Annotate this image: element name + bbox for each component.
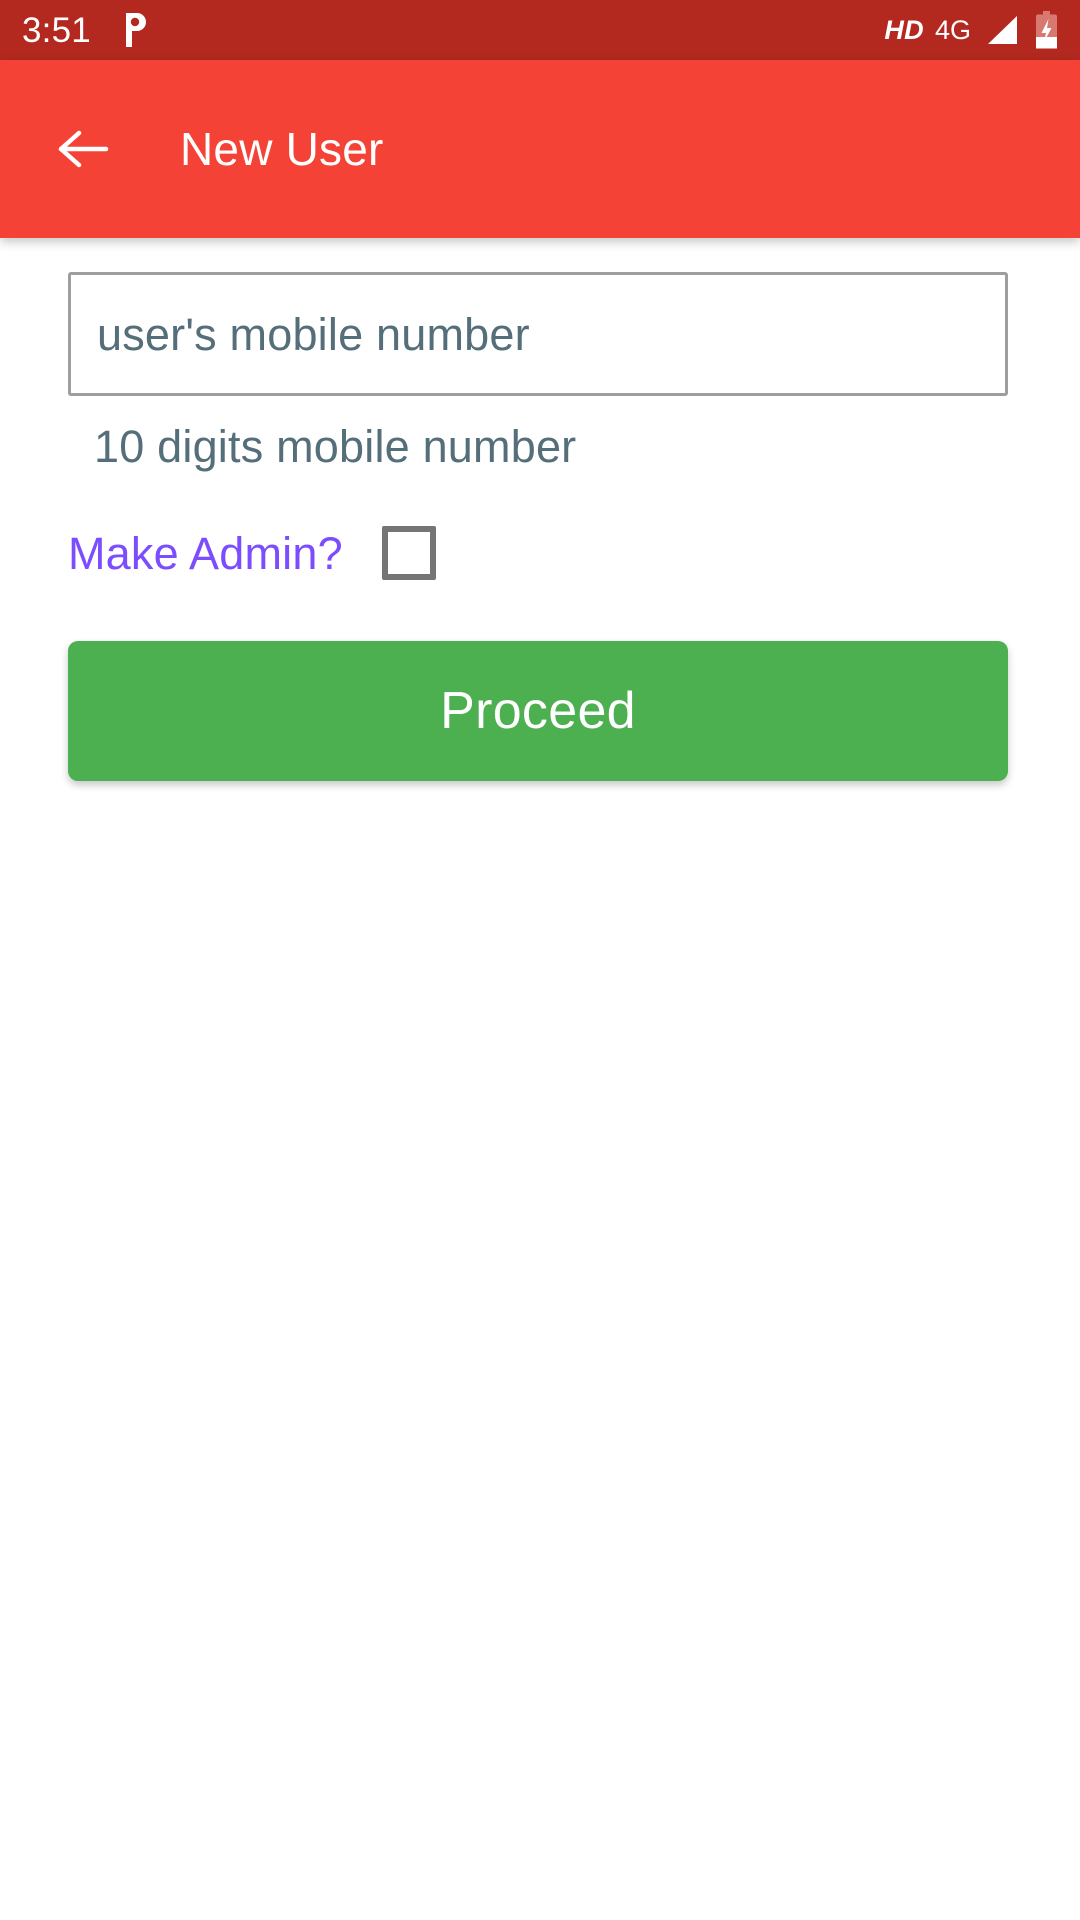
battery-charging-icon xyxy=(1031,11,1058,49)
page-title: New User xyxy=(180,123,384,175)
mobile-number-placeholder: user's mobile number xyxy=(97,308,530,360)
make-admin-checkbox[interactable] xyxy=(381,526,436,580)
proceed-button[interactable]: Proceed xyxy=(68,641,1008,781)
mobile-number-helper-text: 10 digits mobile number xyxy=(94,421,577,472)
arrow-left-icon xyxy=(58,130,109,168)
back-button[interactable] xyxy=(52,118,114,180)
network-type-indicator: 4G xyxy=(934,14,971,45)
proceed-button-label: Proceed xyxy=(440,682,636,740)
status-bar: 3:51 HD 4G xyxy=(0,0,1080,60)
status-bar-clock: 3:51 xyxy=(22,10,91,50)
mobile-number-input[interactable]: user's mobile number xyxy=(68,272,1008,396)
app-screen: 3:51 HD 4G New User user's mobile number… xyxy=(0,0,1080,1920)
p-app-notification-icon xyxy=(119,12,149,48)
form-content: user's mobile number 10 digits mobile nu… xyxy=(0,238,1080,1920)
make-admin-row: Make Admin? xyxy=(68,517,1012,589)
signal-bars-icon xyxy=(984,15,1018,45)
status-bar-right: HD 4G xyxy=(884,11,1058,49)
hd-indicator: HD xyxy=(884,14,924,45)
app-bar: New User xyxy=(0,60,1080,238)
make-admin-label: Make Admin? xyxy=(68,527,343,579)
status-bar-left: 3:51 xyxy=(22,12,149,48)
